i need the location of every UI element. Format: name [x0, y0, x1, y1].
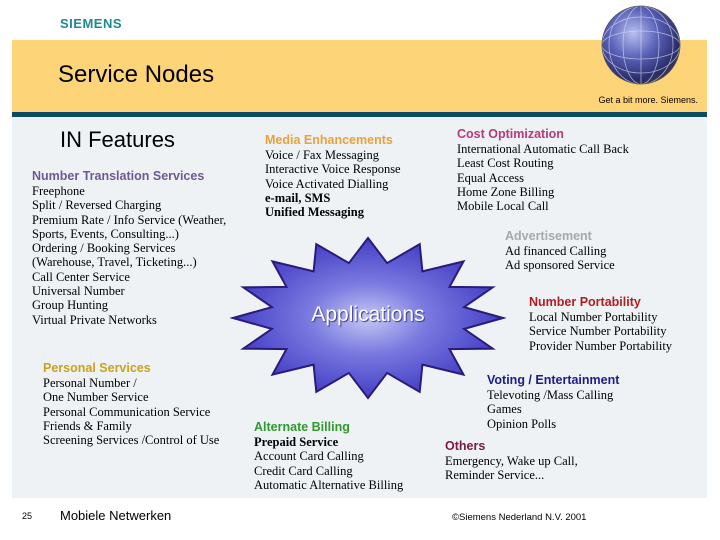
- section-number-translation: Number Translation Services Freephone Spl…: [32, 169, 226, 327]
- section-number-portability: Number Portability Local Number Portabil…: [529, 295, 672, 353]
- list-item: Split / Reversed Charging: [32, 198, 162, 213]
- list-item: One Number Service: [43, 390, 149, 405]
- tagline: Get a bit more. Siemens.: [598, 95, 698, 105]
- item-list: International Automatic Call Back Least C…: [457, 142, 629, 213]
- section-alternate-billing: Alternate Billing Prepaid Service Account…: [254, 420, 403, 492]
- page-number: 25: [22, 511, 33, 521]
- list-item: e-mail, SMS: [265, 190, 331, 205]
- list-item: Automatic Alternative Billing: [254, 477, 404, 492]
- item-list: Freephone Split / Reversed Charging Premiu…: [32, 184, 226, 327]
- list-item: Interactive Voice Response: [265, 162, 401, 177]
- list-item: Call Center Service: [32, 269, 130, 284]
- list-item: Voice / Fax Messaging: [265, 148, 379, 162]
- item-list: Personal Number / One Number Service Perso…: [43, 376, 219, 447]
- list-item: Freephone: [32, 184, 85, 198]
- list-item: Local Number Portability: [529, 310, 658, 324]
- section-title: Advertisement: [505, 229, 592, 243]
- section-title: Others: [445, 439, 486, 453]
- list-item: Emergency, Wake up Call,: [445, 454, 578, 468]
- list-item: Universal Number: [32, 284, 125, 299]
- item-list: Ad financed Calling Ad sponsored Service: [505, 244, 615, 273]
- list-item: Games: [487, 402, 522, 417]
- item-list: Local Number Portability Service Number P…: [529, 310, 672, 353]
- list-item: Least Cost Routing: [457, 156, 554, 171]
- list-item: Friends & Family: [43, 418, 132, 433]
- list-item: Opinion Polls: [487, 416, 557, 431]
- section-title: Cost Optimization: [457, 127, 564, 141]
- item-list: Emergency, Wake up Call, Reminder Service…: [445, 454, 578, 483]
- section-media-enhancements: Media Enhancements Voice / Fax Messaging…: [265, 133, 401, 219]
- list-item: Account Card Calling: [254, 449, 364, 464]
- list-item: Screening Services /Control of Use: [43, 433, 220, 448]
- section-voting-entertainment: Voting / Entertainment Televoting /Mass …: [487, 373, 619, 431]
- section-title: Alternate Billing: [254, 420, 350, 434]
- section-title: Voting / Entertainment: [487, 373, 620, 387]
- footer-title: Mobiele Netwerken: [60, 508, 172, 523]
- list-item: Mobile Local Call: [457, 199, 549, 214]
- item-list: Televoting /Mass Calling Games Opinion Pol…: [487, 388, 619, 431]
- section-cost-optimization: Cost Optimization International Automati…: [457, 127, 629, 213]
- in-features-heading: IN Features: [60, 127, 175, 152]
- list-item: Reminder Service...: [445, 468, 545, 483]
- list-item: (Warehouse, Travel, Ticketing...): [32, 255, 197, 270]
- list-item: Equal Access: [457, 170, 524, 185]
- globe-icon: [601, 5, 681, 85]
- applications-label: Applications: [311, 303, 425, 326]
- section-personal-services: Personal Services Personal Number / One N…: [43, 361, 219, 447]
- item-list: Prepaid Service Account Card Calling Credi…: [254, 435, 403, 492]
- section-others: Others Emergency, Wake up Call, Reminder …: [445, 439, 578, 483]
- list-item: Premium Rate / Info Service (Weather,: [32, 212, 227, 227]
- section-title: Personal Services: [43, 361, 151, 375]
- list-item: Service Number Portability: [529, 324, 667, 339]
- copyright: ©Siemens Nederland N.V. 2001: [452, 512, 587, 523]
- list-item: Group Hunting: [32, 298, 109, 313]
- section-title: Number Portability: [529, 295, 641, 309]
- list-item: Ad financed Calling: [505, 244, 607, 258]
- list-item: Prepaid Service: [254, 435, 339, 449]
- siemens-logo: SIEMENS: [60, 16, 123, 31]
- list-item: Unified Messaging: [265, 205, 364, 220]
- list-item: Voice Activated Dialling: [265, 176, 389, 191]
- slide-title: Service Nodes: [58, 61, 215, 88]
- list-item: Virtual Private Networks: [32, 312, 157, 327]
- section-advertisement: Advertisement Ad financed Calling Ad spon…: [505, 229, 615, 273]
- list-item: Personal Number /: [43, 376, 137, 390]
- list-item: Personal Communication Service: [43, 404, 211, 419]
- list-item: Credit Card Calling: [254, 463, 353, 478]
- list-item: Televoting /Mass Calling: [487, 388, 614, 402]
- list-item: Provider Number Portability: [529, 338, 673, 353]
- list-item: Ordering / Booking Services: [32, 241, 176, 256]
- item-list: Voice / Fax Messaging Interactive Voice R…: [265, 148, 401, 219]
- section-title: Media Enhancements: [265, 133, 393, 147]
- list-item: Sports, Events, Consulting...): [32, 226, 179, 241]
- list-item: Ad sponsored Service: [505, 258, 615, 273]
- section-title: Number Translation Services: [32, 169, 205, 183]
- list-item: International Automatic Call Back: [457, 142, 629, 156]
- list-item: Home Zone Billing: [457, 184, 555, 199]
